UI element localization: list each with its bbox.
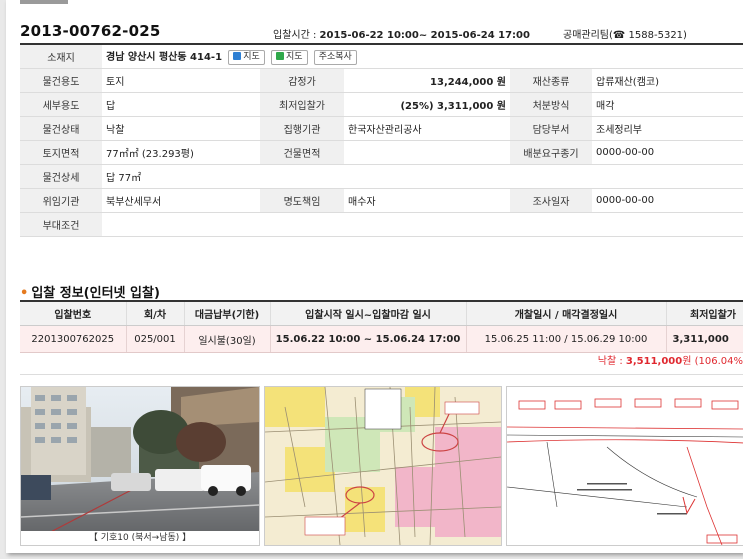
bid-table-header: 입찰번호 회/차 대금납부(기한) 입찰시작 일시~입찰마감 일시 개찰일시 /… bbox=[20, 302, 743, 326]
location-value: 경남 양산시 평산동 414-1 bbox=[106, 52, 223, 64]
status-value: 낙찰 bbox=[102, 116, 260, 141]
table-row[interactable]: 2201300762025 025/001 일시불(30일) 15.06.22 … bbox=[20, 325, 743, 353]
min-bid-cell: 3,311,000 bbox=[666, 325, 743, 353]
building-area-value bbox=[344, 140, 510, 165]
status-label: 물건상태 bbox=[20, 116, 102, 141]
property-type-label: 재산종류 bbox=[510, 68, 592, 93]
case-header: 2013-00762-025 입찰시간 : 2015-06-22 10:00~ … bbox=[20, 22, 743, 42]
col-payment: 대금납부(기한) bbox=[184, 302, 271, 326]
detail-label: 물건상세 bbox=[20, 164, 102, 189]
col-bid-number: 입찰번호 bbox=[20, 302, 127, 326]
bid-period-cell: 15.06.22 10:00 ~ 15.06.24 17:00 bbox=[270, 325, 467, 353]
property-photo-street[interactable]: 【 기호10 (북서→남동) 】 bbox=[20, 386, 260, 546]
payment-cell: 일시불(30일) bbox=[184, 325, 271, 353]
opening-cell: 15.06.25 11:00 / 15.06.29 10:00 bbox=[466, 325, 667, 353]
copy-address-button[interactable]: 주소복사 bbox=[313, 49, 357, 65]
col-bid-period: 입찰시작 일시~입찰마감 일시 bbox=[270, 302, 467, 326]
page: 2013-00762-025 입찰시간 : 2015-06-22 10:00~ … bbox=[6, 0, 743, 553]
detail-usage-value: 답 bbox=[102, 92, 260, 117]
min-bid-label: 최저입찰가 bbox=[260, 92, 344, 117]
usage-value: 토지 bbox=[102, 68, 260, 93]
department-value: 조세정리부 bbox=[592, 116, 743, 141]
col-opening: 개찰일시 / 매각결정일시 bbox=[466, 302, 667, 326]
disposal-value: 매각 bbox=[592, 92, 743, 117]
appraisal-label: 감정가 bbox=[260, 68, 344, 93]
detail-value: 답 77㎡ bbox=[102, 164, 743, 189]
property-info-table: 소재지 경남 양산시 평산동 414-1 지도 지도 주소복사 물건용도 토지 … bbox=[20, 45, 743, 237]
distribution-deadline-value: 0000-00-00 bbox=[592, 140, 743, 165]
delegate-label: 위임기관 bbox=[20, 188, 102, 213]
min-bid-value: (25%) 3,311,000 원 bbox=[344, 92, 510, 117]
conditions-label: 부대조건 bbox=[20, 212, 102, 237]
building-area-label: 건물면적 bbox=[260, 140, 344, 165]
top-strip bbox=[6, 0, 743, 6]
map-button-1[interactable]: 지도 bbox=[228, 49, 265, 65]
property-photo-cadastral[interactable] bbox=[506, 386, 743, 546]
bid-period: 입찰시간 : 2015-06-22 10:00~ 2015-06-24 17:0… bbox=[273, 30, 530, 41]
location-map-image bbox=[265, 387, 501, 545]
round-cell: 025/001 bbox=[126, 325, 185, 353]
case-number: 2013-00762-025 bbox=[20, 22, 161, 40]
detail-usage-label: 세부용도 bbox=[20, 92, 102, 117]
map-icon bbox=[233, 51, 242, 60]
map-icon bbox=[275, 51, 284, 60]
col-min-bid: 최저입찰가 bbox=[666, 302, 743, 326]
department-label: 담당부서 bbox=[510, 116, 592, 141]
col-round: 회/차 bbox=[126, 302, 185, 326]
property-photo-map[interactable] bbox=[264, 386, 502, 546]
eviction-label: 명도책임 bbox=[260, 188, 344, 213]
cadastral-map-image bbox=[507, 387, 743, 545]
survey-date-value: 0000-00-00 bbox=[592, 188, 743, 213]
photo-caption: 【 기호10 (북서→남동) 】 bbox=[21, 531, 259, 545]
team-contact: 공매관리팀(☎ 1588-5321) bbox=[563, 30, 687, 41]
delegate-value: 북부산세무서 bbox=[102, 188, 260, 213]
agency-value: 한국자산관리공사 bbox=[344, 116, 510, 141]
winning-bid-result: 낙찰 : 3,511,000원 (106.04% bbox=[20, 350, 743, 375]
eviction-value: 매수자 bbox=[344, 188, 510, 213]
conditions-value bbox=[102, 212, 743, 237]
bid-table: 입찰번호 회/차 대금납부(기한) 입찰시작 일시~입찰마감 일시 개찰일시 /… bbox=[20, 302, 743, 353]
property-type-value: 압류재산(캠코) bbox=[592, 68, 743, 93]
land-area-value: 77㎡㎡ (23.293평) bbox=[102, 140, 260, 165]
distribution-deadline-label: 배분요구종기 bbox=[510, 140, 592, 165]
location-label: 소재지 bbox=[20, 45, 102, 69]
disposal-label: 처분방식 bbox=[510, 92, 592, 117]
bid-number-cell: 2201300762025 bbox=[20, 325, 127, 353]
agency-label: 집행기관 bbox=[260, 116, 344, 141]
scroll-cut-bar bbox=[20, 0, 68, 4]
bid-section-title: • 입찰 정보(인터넷 입찰) bbox=[20, 286, 160, 301]
usage-label: 물건용도 bbox=[20, 68, 102, 93]
land-area-label: 토지면적 bbox=[20, 140, 102, 165]
map-button-2[interactable]: 지도 bbox=[270, 49, 308, 65]
survey-date-label: 조사일자 bbox=[510, 188, 592, 213]
street-photo-image bbox=[21, 387, 259, 545]
appraisal-value: 13,244,000 원 bbox=[344, 68, 510, 93]
location-cell: 경남 양산시 평산동 414-1 지도 지도 주소복사 bbox=[102, 45, 743, 69]
